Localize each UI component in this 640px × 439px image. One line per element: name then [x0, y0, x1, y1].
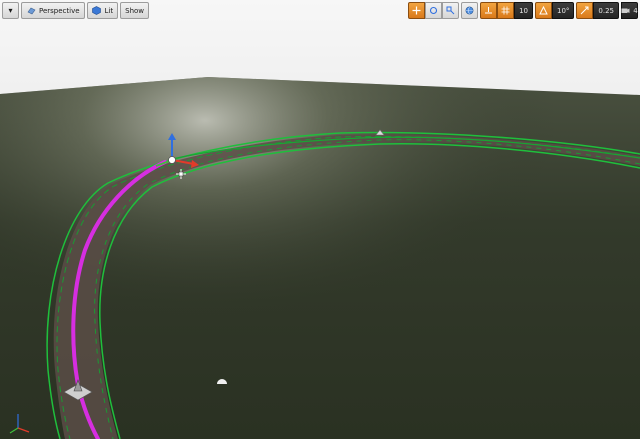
show-label: Show [125, 6, 145, 15]
view-mode-icon [92, 6, 102, 16]
grid-snap-value[interactable]: 10 [514, 2, 533, 19]
world-local-toggle[interactable] [461, 2, 479, 19]
translate-mode-button[interactable] [408, 2, 426, 19]
chevron-down-icon: ▾ [8, 5, 13, 15]
perspective-label: Perspective [39, 6, 80, 15]
rotation-snap-toggle[interactable] [534, 2, 552, 19]
angle-icon [538, 6, 548, 16]
scale-snap-icon [580, 6, 590, 16]
scale-snap-toggle[interactable] [576, 2, 594, 19]
camera-speed-value-label: 4 [633, 6, 638, 15]
scale-snap-group: 0.25 [576, 2, 619, 19]
gizmo-center[interactable] [168, 156, 176, 164]
viewport-options-button[interactable]: ▾ [2, 2, 19, 19]
show-button[interactable]: Show [120, 2, 150, 19]
move-icon [412, 6, 422, 16]
grid-icon [501, 6, 511, 16]
grid-snap-value-label: 10 [519, 6, 528, 15]
world-local-icon [465, 6, 475, 16]
rotate-icon [429, 6, 439, 16]
camera-speed-icon [621, 6, 630, 16]
camera-speed-button[interactable]: 4 [621, 2, 638, 19]
scale-mode-button[interactable] [442, 2, 460, 19]
perspective-button[interactable]: Perspective [21, 2, 85, 19]
scale-snap-value[interactable]: 0.25 [593, 2, 619, 19]
surface-snap-icon [484, 6, 494, 16]
viewport-toolbar-right: 10 10° 0.25 4 [408, 2, 638, 19]
camera-speed-group: 4 [621, 2, 638, 19]
camera-icon [26, 6, 36, 16]
rotation-snap-value-label: 10° [556, 6, 570, 15]
rotation-snap-group: 10° [534, 2, 575, 19]
surface-snap-button[interactable] [480, 2, 498, 19]
transform-mode-group [408, 2, 460, 19]
scale-icon [446, 6, 456, 16]
grid-snap-toggle[interactable] [497, 2, 515, 19]
scale-snap-value-label: 0.25 [598, 6, 614, 15]
scene-canvas[interactable] [0, 0, 640, 439]
level-viewport[interactable]: ▾ Perspective Lit Show 10 10° 0.25 4 [0, 0, 640, 439]
lit-label: Lit [104, 6, 114, 15]
grid-snap-group: 10 [480, 2, 533, 19]
lit-button[interactable]: Lit [86, 2, 119, 19]
rotate-mode-button[interactable] [425, 2, 443, 19]
rotation-snap-value[interactable]: 10° [551, 2, 575, 19]
viewport-toolbar-left: ▾ Perspective Lit Show [2, 2, 150, 19]
